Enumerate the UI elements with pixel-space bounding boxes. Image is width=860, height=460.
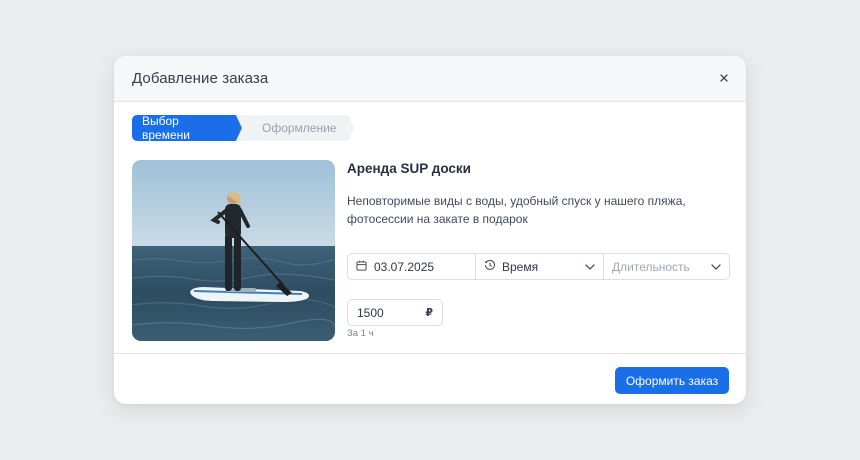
clock-icon (484, 259, 496, 274)
price-field[interactable]: 1500 ₽ (347, 299, 443, 326)
price-note: За 1 ч (347, 328, 374, 339)
step-time-selection[interactable]: Выбор времени (132, 115, 242, 141)
modal-title: Добавление заказа (132, 70, 269, 87)
footer-divider (114, 353, 746, 354)
product-image (132, 160, 335, 341)
stepper: Выбор времени Оформление (132, 115, 354, 141)
time-select[interactable]: Время (475, 254, 603, 279)
chevron-down-icon (711, 263, 721, 270)
booking-fields: 03.07.2025 Время Длительность (347, 253, 730, 280)
order-modal: Добавление заказа Выбор времени Оформлен… (114, 56, 746, 404)
date-field[interactable]: 03.07.2025 (348, 254, 475, 279)
modal-header: Добавление заказа (114, 56, 746, 102)
time-placeholder: Время (502, 259, 539, 274)
close-icon[interactable] (716, 70, 732, 86)
step-label: Выбор времени (142, 114, 190, 142)
duration-placeholder: Длительность (612, 259, 690, 274)
date-value: 03.07.2025 (374, 259, 435, 274)
product-description: Неповторимые виды с воды, удобный спуск … (347, 194, 686, 226)
step-label: Оформление (262, 121, 337, 135)
chevron-down-icon (585, 263, 595, 270)
submit-order-button[interactable]: Оформить заказ (615, 367, 729, 394)
price-value: 1500 (357, 305, 384, 320)
duration-select[interactable]: Длительность (603, 254, 729, 279)
product-title: Аренда SUP доски (347, 161, 471, 176)
calendar-icon (356, 260, 367, 274)
step-checkout[interactable]: Оформление (236, 115, 354, 141)
currency-symbol: ₽ (425, 307, 433, 319)
